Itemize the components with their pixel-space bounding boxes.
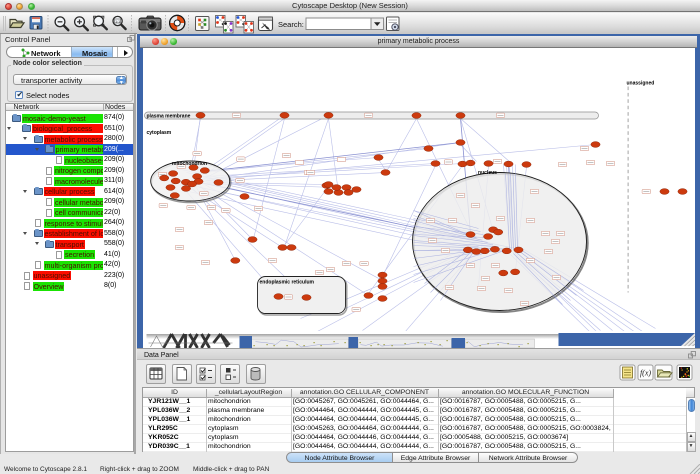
svg-text:nucleus: nucleus <box>478 170 497 176</box>
svg-text:f(x): f(x) <box>640 369 651 378</box>
svg-text:unassigned: unassigned <box>626 80 654 86</box>
svg-text:plasma membrane: plasma membrane <box>146 113 190 119</box>
svg-text:Search:: Search: <box>278 20 304 29</box>
svg-text:mitochondrion: mitochondrion <box>172 161 207 167</box>
svg-text:endoplasmic reticulum: endoplasmic reticulum <box>259 279 314 285</box>
svg-text:cytoplasm: cytoplasm <box>146 130 171 136</box>
svg-text:1:1: 1:1 <box>115 20 120 24</box>
